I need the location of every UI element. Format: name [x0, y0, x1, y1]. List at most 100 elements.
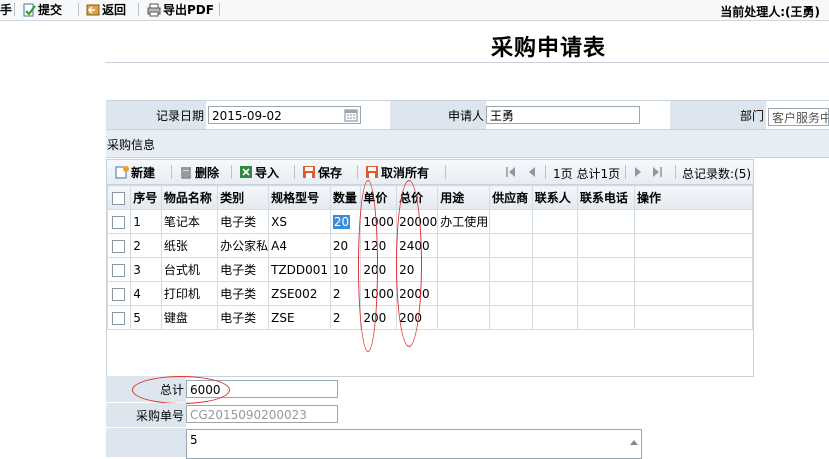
row-select-cell[interactable] [106, 209, 132, 234]
record-date-input[interactable]: 2015-09-02 [208, 106, 361, 124]
submit-button[interactable]: 提交 [22, 1, 62, 18]
select-all-checkbox[interactable] [112, 191, 125, 205]
cell-usage[interactable]: 办工使用 [437, 209, 491, 234]
cell-spec[interactable]: XS [268, 209, 331, 234]
row-select-cell[interactable] [106, 281, 132, 306]
row-select-cell[interactable] [106, 305, 132, 330]
cell-spec[interactable]: A4 [268, 233, 331, 258]
page-info: 1页 总计1页 [553, 167, 621, 181]
cell-spec[interactable]: TZDD001 [268, 257, 331, 282]
cell-usage[interactable] [437, 233, 491, 258]
delete-button[interactable]: 删除 [179, 164, 219, 180]
dept-label-cell: 部门 [670, 101, 766, 129]
cell-name[interactable]: 键盘 [160, 305, 219, 330]
import-button[interactable]: 导入 [239, 164, 279, 180]
toolbar-separator [14, 3, 15, 16]
cell-qty-selected[interactable]: 20 [332, 214, 351, 229]
cell-phone[interactable] [576, 257, 636, 282]
cell-qty[interactable]: 2 [329, 305, 362, 330]
cell-qty-editing[interactable]: 20 [329, 209, 362, 234]
cell-contact[interactable] [531, 257, 578, 282]
cell-action[interactable] [634, 233, 753, 258]
order-no-input[interactable]: CG2015090200023 [186, 405, 338, 423]
cell-qty[interactable]: 20 [329, 233, 362, 258]
prev-page-icon[interactable] [527, 165, 537, 182]
cell-no: 2 [130, 233, 162, 258]
row-select-cell[interactable] [106, 257, 132, 282]
new-button[interactable]: 新建 [115, 164, 155, 180]
cell-qty[interactable]: 2 [329, 281, 362, 306]
cell-contact[interactable] [531, 305, 578, 330]
cell-supplier[interactable] [489, 305, 533, 330]
cell-category[interactable]: 办公家私 [217, 233, 270, 258]
row-checkbox[interactable] [112, 239, 125, 253]
cell-spec[interactable]: ZSE002 [268, 281, 331, 306]
back-label: 返回 [102, 3, 127, 17]
cell-phone[interactable] [576, 281, 636, 306]
cell-category[interactable]: 电子类 [217, 257, 270, 282]
cell-phone[interactable] [576, 209, 636, 234]
cell-name[interactable]: 纸张 [160, 233, 219, 258]
cell-category[interactable]: 电子类 [217, 305, 270, 330]
cell-supplier[interactable] [489, 281, 533, 306]
cell-supplier[interactable] [489, 233, 533, 258]
cell-category[interactable]: 电子类 [217, 281, 270, 306]
cell-no: 5 [130, 305, 162, 330]
remark-textarea[interactable]: 5 [186, 429, 642, 459]
row-checkbox[interactable] [112, 311, 125, 325]
save-button[interactable]: 保存 [302, 164, 342, 180]
cell-name[interactable]: 台式机 [160, 257, 219, 282]
next-page-icon[interactable] [633, 165, 643, 182]
cell-phone[interactable] [576, 305, 636, 330]
table-row[interactable]: 5 键盘 电子类 ZSE 2 200 200 [106, 305, 753, 330]
col-header: 类别 [217, 185, 270, 210]
cell-contact[interactable] [531, 281, 578, 306]
col-header: 联系人 [531, 185, 578, 210]
cell-action[interactable] [634, 209, 753, 234]
cell-usage[interactable] [437, 281, 491, 306]
toolbar-separator [78, 3, 79, 16]
cell-action[interactable] [634, 257, 753, 282]
cell-qty[interactable]: 10 [329, 257, 362, 282]
calendar-icon[interactable] [344, 108, 358, 122]
cell-phone[interactable] [576, 233, 636, 258]
table-row[interactable]: 2 纸张 办公家私 A4 20 120 2400 [106, 233, 753, 258]
select-all-cell[interactable] [106, 185, 132, 210]
cell-action[interactable] [634, 281, 753, 306]
row-select-cell[interactable] [106, 233, 132, 258]
submit-label: 提交 [38, 3, 63, 17]
table-row[interactable]: 4 打印机 电子类 ZSE002 2 1000 2000 [106, 281, 753, 306]
scroll-up-icon[interactable] [630, 434, 638, 448]
grid-toolbar: 新建 删除 导入 保存 取消所有 1页 总计1页 总记录数:(5) [107, 160, 753, 185]
delete-label: 删除 [195, 165, 220, 180]
cell-spec[interactable]: ZSE [268, 305, 331, 330]
row-checkbox[interactable] [112, 263, 125, 277]
new-icon [115, 165, 129, 179]
excel-icon [239, 165, 253, 179]
grid-toolbar-separator [357, 165, 358, 179]
cell-name[interactable]: 笔记本 [160, 209, 219, 234]
grid-toolbar-separator [231, 165, 232, 179]
cell-contact[interactable] [531, 233, 578, 258]
back-button[interactable]: 返回 [86, 1, 126, 18]
export-pdf-button[interactable]: 导出PDF [147, 1, 214, 18]
applicant-input[interactable]: 王勇 [486, 106, 640, 124]
cell-usage[interactable] [437, 257, 491, 282]
table-row[interactable]: 3 台式机 电子类 TZDD001 10 200 20 [106, 257, 753, 282]
cell-no: 1 [130, 209, 162, 234]
cell-contact[interactable] [531, 209, 578, 234]
cell-usage[interactable] [437, 305, 491, 330]
cell-action[interactable] [634, 305, 753, 330]
printer-icon [147, 3, 161, 17]
cancel-all-button[interactable]: 取消所有 [365, 164, 429, 180]
cell-category[interactable]: 电子类 [217, 209, 270, 234]
table-row[interactable]: 1 笔记本 电子类 XS 20 1000 20000 办工使用 [106, 209, 753, 234]
cell-supplier[interactable] [489, 209, 533, 234]
dept-input[interactable]: 客户服务中 [768, 108, 829, 126]
row-checkbox[interactable] [112, 215, 125, 229]
last-page-icon[interactable] [651, 165, 663, 182]
row-checkbox[interactable] [112, 287, 125, 301]
cell-name[interactable]: 打印机 [160, 281, 219, 306]
cell-supplier[interactable] [489, 257, 533, 282]
first-page-icon[interactable] [505, 165, 517, 182]
